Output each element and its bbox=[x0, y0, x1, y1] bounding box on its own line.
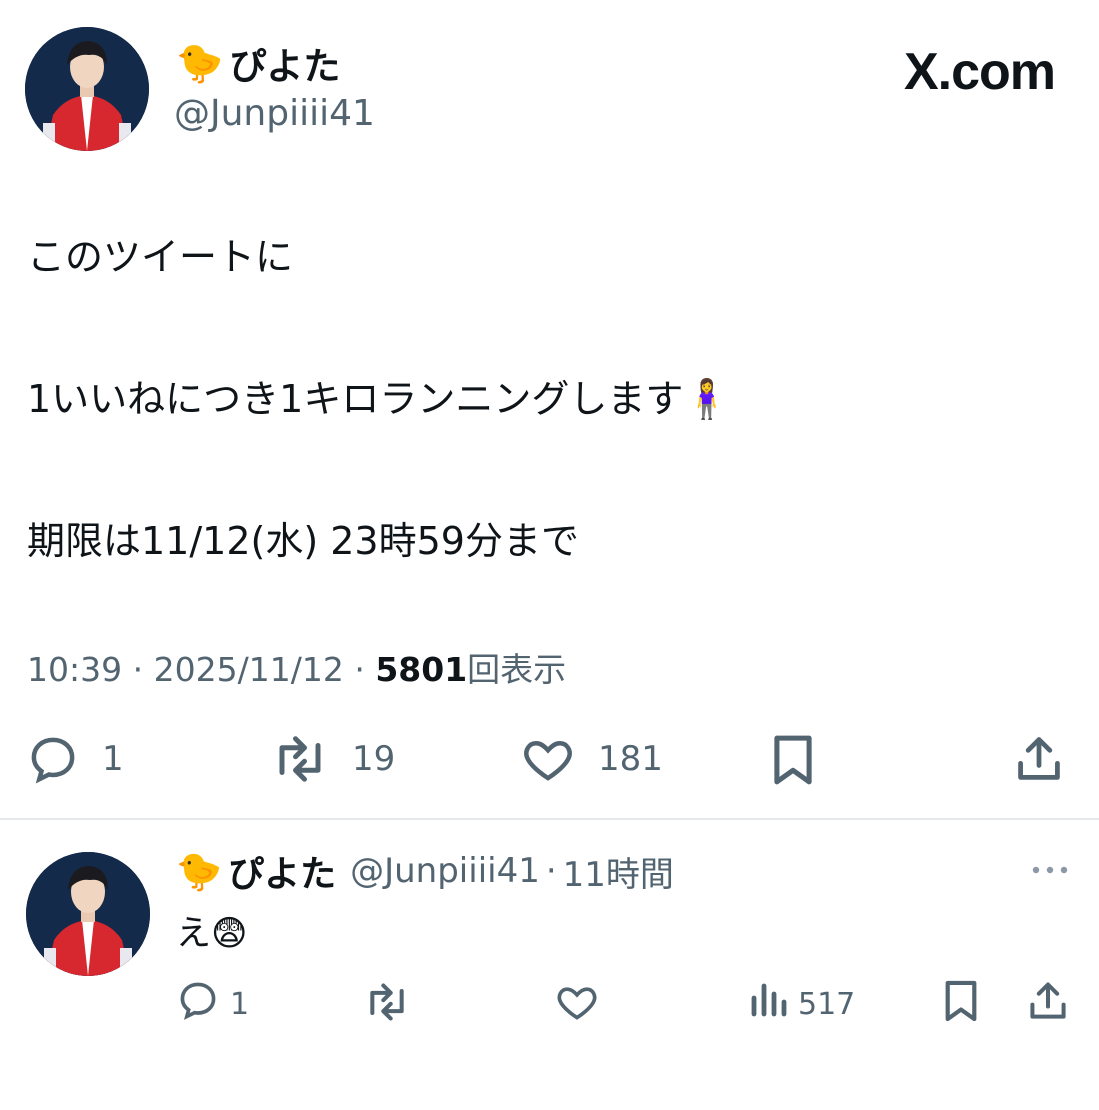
share-button[interactable] bbox=[1013, 732, 1065, 790]
reply-reply-count: 1 bbox=[230, 986, 250, 1022]
meta-separator: · bbox=[354, 650, 365, 689]
author-display-name[interactable]: ぴよた bbox=[229, 36, 340, 90]
views-icon bbox=[748, 980, 788, 1028]
reply-author-row: 🐤 ぴよた @Junpiiii41 · 11時間 bbox=[176, 846, 674, 896]
meta-separator: · bbox=[132, 650, 144, 689]
bookmark-icon bbox=[770, 735, 816, 792]
views-count: 517 bbox=[798, 986, 856, 1022]
reply-avatar[interactable] bbox=[26, 852, 150, 976]
repost-button[interactable]: 19 bbox=[270, 732, 395, 786]
reply-like-button[interactable] bbox=[554, 980, 600, 1028]
more-button[interactable] bbox=[1030, 858, 1070, 886]
share-icon bbox=[1026, 982, 1070, 1028]
bookmark-icon bbox=[942, 980, 980, 1028]
tweet-text-line-2: 1いいねにつき1キロランニングします🧍‍♀️ bbox=[27, 377, 731, 421]
like-count: 181 bbox=[598, 739, 663, 779]
repost-icon bbox=[362, 983, 412, 1028]
reply-bookmark-button[interactable] bbox=[942, 978, 980, 1028]
tweet-time[interactable]: 10:39 bbox=[27, 650, 122, 689]
tweet-text-line-3: 期限は11/12(水) 23時59分まで bbox=[27, 519, 579, 563]
reply-author-handle[interactable]: @Junpiiii41 bbox=[350, 851, 540, 891]
author-name-row: 🐤 ぴよた bbox=[176, 38, 340, 88]
author-handle[interactable]: @Junpiiii41 bbox=[174, 93, 375, 134]
reply-icon bbox=[26, 732, 80, 786]
tweet-date[interactable]: 2025/11/12 bbox=[154, 650, 344, 689]
reply-count: 1 bbox=[102, 739, 124, 779]
share-icon bbox=[1013, 737, 1065, 790]
reply-reply-button[interactable]: 1 bbox=[176, 978, 249, 1030]
views-button[interactable]: 517 bbox=[748, 980, 855, 1028]
brand-logo: X.com bbox=[903, 43, 1056, 101]
tweet-text-line-1: このツイートに bbox=[27, 235, 294, 279]
reply-author-display-name[interactable]: ぴよた bbox=[228, 845, 336, 897]
reply-text: え😨 bbox=[176, 914, 248, 954]
bookmark-button[interactable] bbox=[770, 732, 816, 792]
views-label: 回表示 bbox=[467, 650, 567, 689]
tweet-divider bbox=[0, 818, 1099, 820]
repost-icon bbox=[270, 732, 330, 786]
reply-author-emoji-icon: 🐤 bbox=[176, 849, 223, 893]
like-button[interactable]: 181 bbox=[520, 732, 663, 786]
reply-repost-button[interactable] bbox=[362, 980, 412, 1028]
more-icon bbox=[1030, 866, 1070, 886]
reply-time[interactable]: 11時間 bbox=[563, 847, 674, 896]
repost-count: 19 bbox=[352, 739, 396, 779]
views-count: 5801 bbox=[375, 650, 468, 689]
author-emoji-icon: 🐤 bbox=[176, 41, 224, 85]
reply-share-button[interactable] bbox=[1026, 978, 1070, 1028]
avatar[interactable] bbox=[25, 27, 149, 151]
tweet-meta: 10:39 · 2025/11/12 · 5801回表示 bbox=[27, 643, 566, 691]
like-icon bbox=[554, 987, 600, 1028]
like-icon bbox=[520, 732, 576, 786]
reply-separator: · bbox=[545, 851, 557, 891]
reply-button[interactable]: 1 bbox=[26, 732, 124, 786]
reply-icon bbox=[176, 978, 220, 1030]
